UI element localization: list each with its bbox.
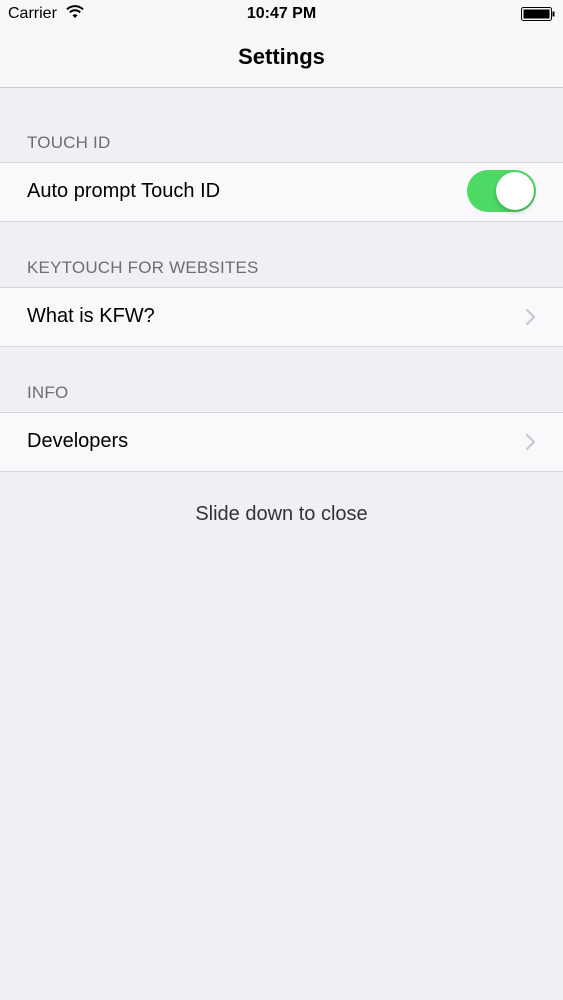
developers-label: Developers: [27, 430, 129, 452]
chevron-right-icon: [525, 308, 536, 326]
developers-row[interactable]: Developers: [0, 412, 563, 472]
status-bar: Carrier 10:47 PM: [0, 0, 563, 28]
what-is-kfw-row[interactable]: What is KFW?: [0, 287, 563, 347]
navigation-bar: Settings: [0, 28, 563, 88]
what-is-kfw-label: What is KFW?: [27, 305, 155, 327]
auto-prompt-touch-id-label: Auto prompt Touch ID: [27, 180, 221, 202]
section-header-info: INFO: [27, 383, 69, 402]
chevron-right-icon: [525, 433, 536, 451]
toggle-knob: [496, 172, 534, 210]
page-title: Settings: [238, 44, 325, 69]
slide-down-hint: Slide down to close: [195, 503, 368, 525]
battery-icon: [521, 7, 555, 21]
status-time: 10:47 PM: [246, 5, 317, 22]
section-header-keytouch-for-websites: KEYTOUCH FOR WEBSITES: [27, 258, 259, 277]
auto-prompt-touch-id-toggle[interactable]: [467, 170, 536, 212]
auto-prompt-touch-id-row: Auto prompt Touch ID: [0, 162, 563, 222]
section-header-touch-id: TOUCH ID: [27, 133, 111, 152]
